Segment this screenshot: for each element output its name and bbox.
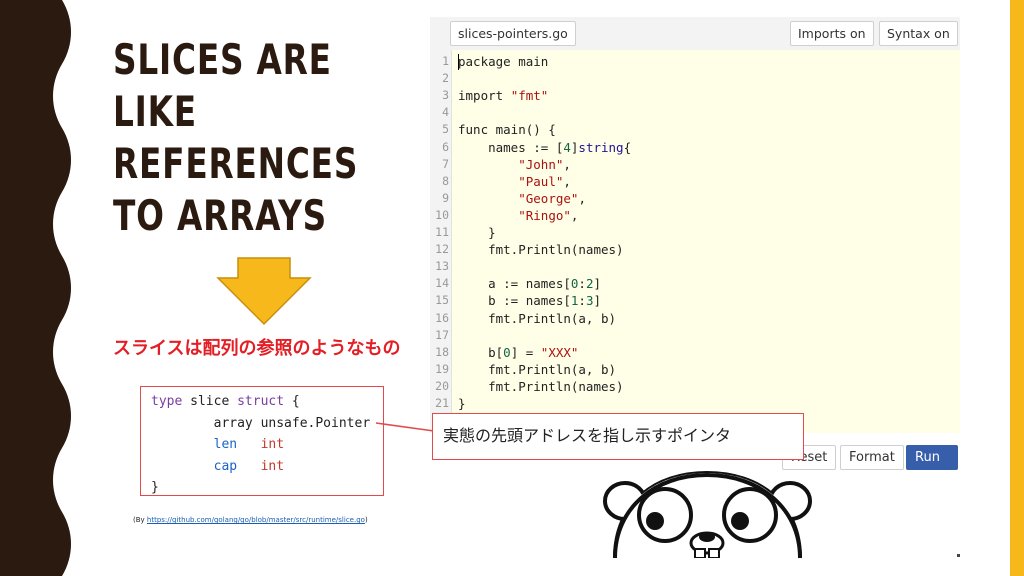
line-number: 21 (435, 396, 449, 410)
line-number: 20 (435, 378, 449, 393)
line-number-gutter: 1 2 3 4 5 6 7 8 9 10 11 12 13 14 15 16 17 18 19 20 21 (430, 50, 452, 433)
struct-line-4: cap int (151, 456, 383, 478)
line-number: 9 (442, 190, 449, 205)
line-number: 12 (435, 242, 449, 257)
struct-line-3: len int (151, 434, 383, 456)
source-note: (By https://github.com/golang/go/blob/ma… (133, 516, 368, 524)
syntax-toggle-button[interactable]: Syntax on (879, 21, 958, 46)
line-number: 11 (435, 225, 449, 239)
pointer-explanation-callout: 実態の先頭アドレスを指し示すポインタ (432, 413, 804, 460)
small-mark (957, 554, 960, 557)
japanese-caption: スライスは配列の参照のようなもの (113, 338, 401, 359)
code-line: fmt.Println(names) (458, 378, 624, 394)
code-line: "George", (518, 190, 586, 206)
line-number: 18 (435, 344, 449, 359)
line-number: 15 (435, 293, 449, 308)
decorative-yellow-stripe (1010, 0, 1024, 576)
keyword-type: type (151, 394, 183, 409)
callout-connector-line (375, 422, 435, 432)
code-line: b := names[1:3] (458, 293, 602, 309)
code-line: fmt.Println(a, b) (458, 361, 617, 377)
slice-struct-code-box: type slice struct { array unsafe.Pointer… (140, 386, 384, 496)
code-line: import "fmt" (458, 88, 549, 104)
line-number: 7 (442, 156, 449, 171)
code-line: fmt.Println(a, b) (458, 310, 617, 326)
code-line: "Paul", (518, 173, 571, 189)
line-number: 5 (442, 122, 449, 137)
decorative-wavy-border (0, 0, 71, 576)
code-line: } (458, 396, 466, 411)
line-number: 3 (442, 88, 449, 103)
line-number: 1 (442, 54, 449, 68)
line-number: 19 (435, 361, 449, 376)
line-number: 4 (442, 105, 449, 120)
type-int: int (260, 437, 285, 452)
struct-name: slice (182, 394, 238, 409)
line-number: 16 (435, 310, 449, 325)
code-line: names := [4]string{ (458, 139, 632, 155)
line-number: 2 (442, 71, 449, 86)
line-number: 17 (435, 327, 449, 342)
code-line: func main() { (458, 122, 556, 138)
code-line: package main (458, 54, 549, 69)
line-number: 14 (435, 276, 449, 291)
imports-toggle-button[interactable]: Imports on (790, 21, 874, 46)
run-button[interactable]: Run (906, 445, 958, 470)
code-line: a := names[0:2] (458, 276, 602, 292)
gopher-mascot-image (603, 470, 812, 558)
playground-header: slices-pointers.go Imports on Syntax on (430, 17, 960, 50)
source-link[interactable]: https://github.com/golang/go/blob/master… (147, 516, 365, 524)
code-line: fmt.Println(names) (458, 242, 624, 258)
line-number: 6 (442, 139, 449, 154)
struct-line-1: type slice struct { (151, 391, 383, 413)
text-cursor (458, 54, 459, 70)
slide-title: SLICES ARE LIKE REFERENCES TO ARRAYS (113, 35, 359, 240)
type-int: int (260, 458, 285, 474)
struct-line-2: array unsafe.Pointer (151, 415, 371, 431)
right-gap (1000, 0, 1010, 576)
code-editor[interactable]: 1 2 3 4 5 6 7 8 9 10 11 12 13 14 15 16 17 18 19 20 21 packag… (430, 50, 960, 433)
line-number: 13 (435, 259, 449, 274)
go-playground: slices-pointers.go Imports on Syntax on … (430, 17, 960, 558)
code-line: "Ringo", (518, 207, 579, 223)
code-line: b[0] = "XXX" (458, 344, 579, 360)
field-len: len (213, 437, 238, 452)
code-line: "John", (518, 156, 571, 172)
line-number: 10 (435, 207, 449, 222)
struct-line-5: } (151, 480, 159, 495)
format-button[interactable]: Format (840, 445, 904, 470)
code-line: } (458, 225, 496, 240)
filename-tab[interactable]: slices-pointers.go (450, 21, 576, 46)
open-brace: { (284, 394, 300, 409)
field-cap: cap (213, 458, 238, 474)
keyword-struct: struct (237, 394, 285, 409)
down-arrow-icon (216, 257, 312, 326)
line-number: 8 (442, 173, 449, 188)
